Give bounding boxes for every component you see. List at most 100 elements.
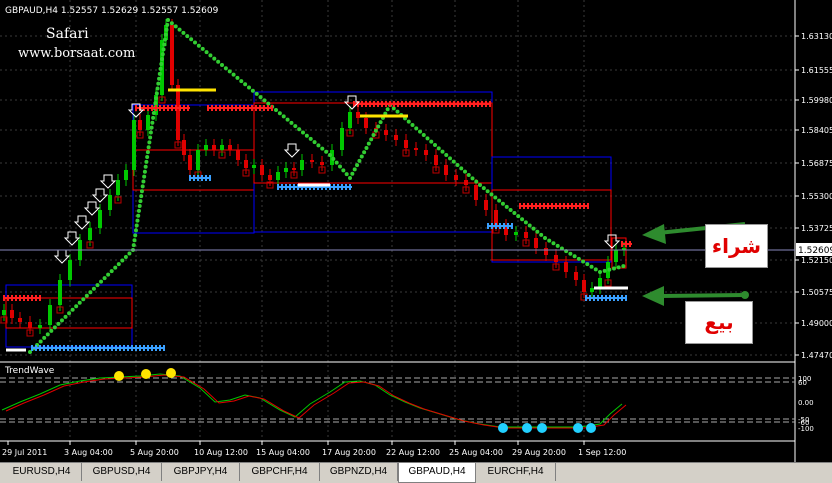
overbought-dot	[166, 368, 176, 378]
down-arrow-icon	[73, 215, 91, 230]
down-arrow-icon	[99, 174, 117, 189]
trend-dot	[157, 76, 162, 81]
candle-body	[146, 115, 150, 130]
trend-dot	[364, 145, 369, 150]
trend-dot	[254, 91, 259, 96]
trend-dot	[440, 149, 445, 154]
oversold-dot	[537, 423, 547, 433]
tab-eurusd-h4[interactable]: EURUSD,H4	[2, 463, 82, 481]
trend-dot	[425, 136, 430, 141]
candle-body	[28, 322, 32, 328]
price-tick-label: 1.52150	[801, 256, 832, 265]
trend-dot	[235, 75, 240, 80]
trend-dot	[143, 164, 148, 169]
candle-body	[424, 150, 428, 155]
trend-dot	[81, 297, 86, 302]
indicator-axis: 100600.00-50-60-100	[798, 375, 814, 433]
trend-dot	[304, 133, 309, 138]
trend-dot	[216, 59, 221, 64]
oversold-dot	[498, 423, 508, 433]
trend-dot	[42, 335, 47, 340]
trend-dot	[204, 50, 209, 55]
trend-dot	[433, 143, 437, 147]
candle-body	[48, 305, 52, 325]
candle-body	[414, 148, 418, 150]
candle-body	[260, 165, 264, 175]
tab-gbpnzd-h4[interactable]: GBPNZD,H4	[320, 463, 398, 481]
trend-dot	[165, 22, 170, 27]
time-tick-label: 17 Aug 20:00	[322, 448, 376, 457]
candle-body	[574, 272, 578, 280]
candle-body	[582, 280, 586, 292]
trend-dot	[444, 153, 449, 157]
trend-dot	[455, 163, 460, 167]
tab-gbpusd-h4[interactable]: GBPUSD,H4	[82, 463, 162, 481]
candle-body	[38, 325, 42, 328]
trend-dot	[535, 229, 540, 234]
trend-dot	[133, 228, 138, 233]
candle-body	[394, 135, 398, 140]
trend-dot	[149, 125, 154, 130]
trend-dot	[357, 158, 362, 163]
candle-body	[196, 150, 200, 170]
trend-dot	[497, 198, 502, 203]
trend-dot	[406, 119, 411, 124]
time-tick-label: 10 Aug 12:00	[194, 448, 248, 457]
trend-dot	[485, 189, 490, 194]
chart-area[interactable]: 1.63130 1.61555 1.59980 1.58405 1.56875 1.553…	[0, 0, 832, 462]
tab-eurchf-h4[interactable]: EURCHF,H4	[476, 463, 556, 481]
trend-dot	[131, 243, 136, 248]
candle-body	[292, 168, 296, 170]
candle-body	[212, 145, 216, 150]
trend-dot	[153, 101, 158, 106]
candle-body	[434, 155, 438, 165]
trend-dot	[77, 300, 82, 305]
tab-gbpjpy-h4[interactable]: GBPJPY,H4	[162, 463, 240, 481]
trend-dot	[421, 133, 426, 137]
trend-dot	[581, 259, 586, 264]
trend-dot	[133, 233, 138, 238]
symbol-tab-bar: EURUSD,H4 GBPUSD,H4 GBPJPY,H4 GBPCHF,H4 GBPN…	[0, 462, 832, 483]
trend-dot	[247, 85, 251, 90]
trend-dot	[418, 129, 422, 134]
trend-dot	[49, 328, 54, 333]
trend-dot	[352, 167, 357, 172]
trend-dot	[277, 111, 282, 116]
trend-dot	[410, 123, 415, 127]
trend-dot	[459, 166, 464, 171]
down-arrow-icon	[83, 201, 101, 216]
trend-dot	[520, 217, 525, 222]
trend-dot	[67, 311, 72, 316]
trend-dot	[231, 72, 236, 77]
trend-dot	[463, 169, 467, 174]
candle-body	[474, 185, 478, 200]
tab-gbpaud-h4[interactable]: GBPAUD,H4	[398, 463, 476, 483]
trend-dot	[539, 232, 544, 237]
trend-dot	[355, 163, 360, 168]
candle-body	[300, 160, 304, 170]
overbought-dot	[114, 371, 124, 381]
candle-body	[444, 165, 448, 175]
trend-dot	[160, 57, 165, 62]
trend-dot	[376, 124, 381, 129]
trend-dot	[136, 208, 141, 213]
trend-dot	[281, 114, 286, 119]
trend-dot	[602, 268, 607, 273]
tab-gbpchf-h4[interactable]: GBPCHF,H4	[240, 463, 320, 481]
trend-dot	[508, 207, 513, 212]
down-arrow-icon	[283, 143, 301, 158]
trend-dot	[285, 117, 290, 122]
candle-body	[252, 165, 256, 168]
trend-dot	[116, 262, 121, 267]
trend-dot	[181, 30, 186, 35]
current-price-label: 1.52609	[798, 246, 832, 256]
trend-dot	[481, 186, 486, 191]
trend-dot	[589, 264, 594, 269]
trend-dot	[134, 223, 139, 228]
trend-dot	[331, 156, 336, 161]
candle-body	[348, 112, 352, 128]
trend-dot	[429, 139, 434, 144]
trend-dot	[478, 183, 482, 187]
candle-body	[124, 170, 128, 180]
oversold-dot	[522, 423, 532, 433]
